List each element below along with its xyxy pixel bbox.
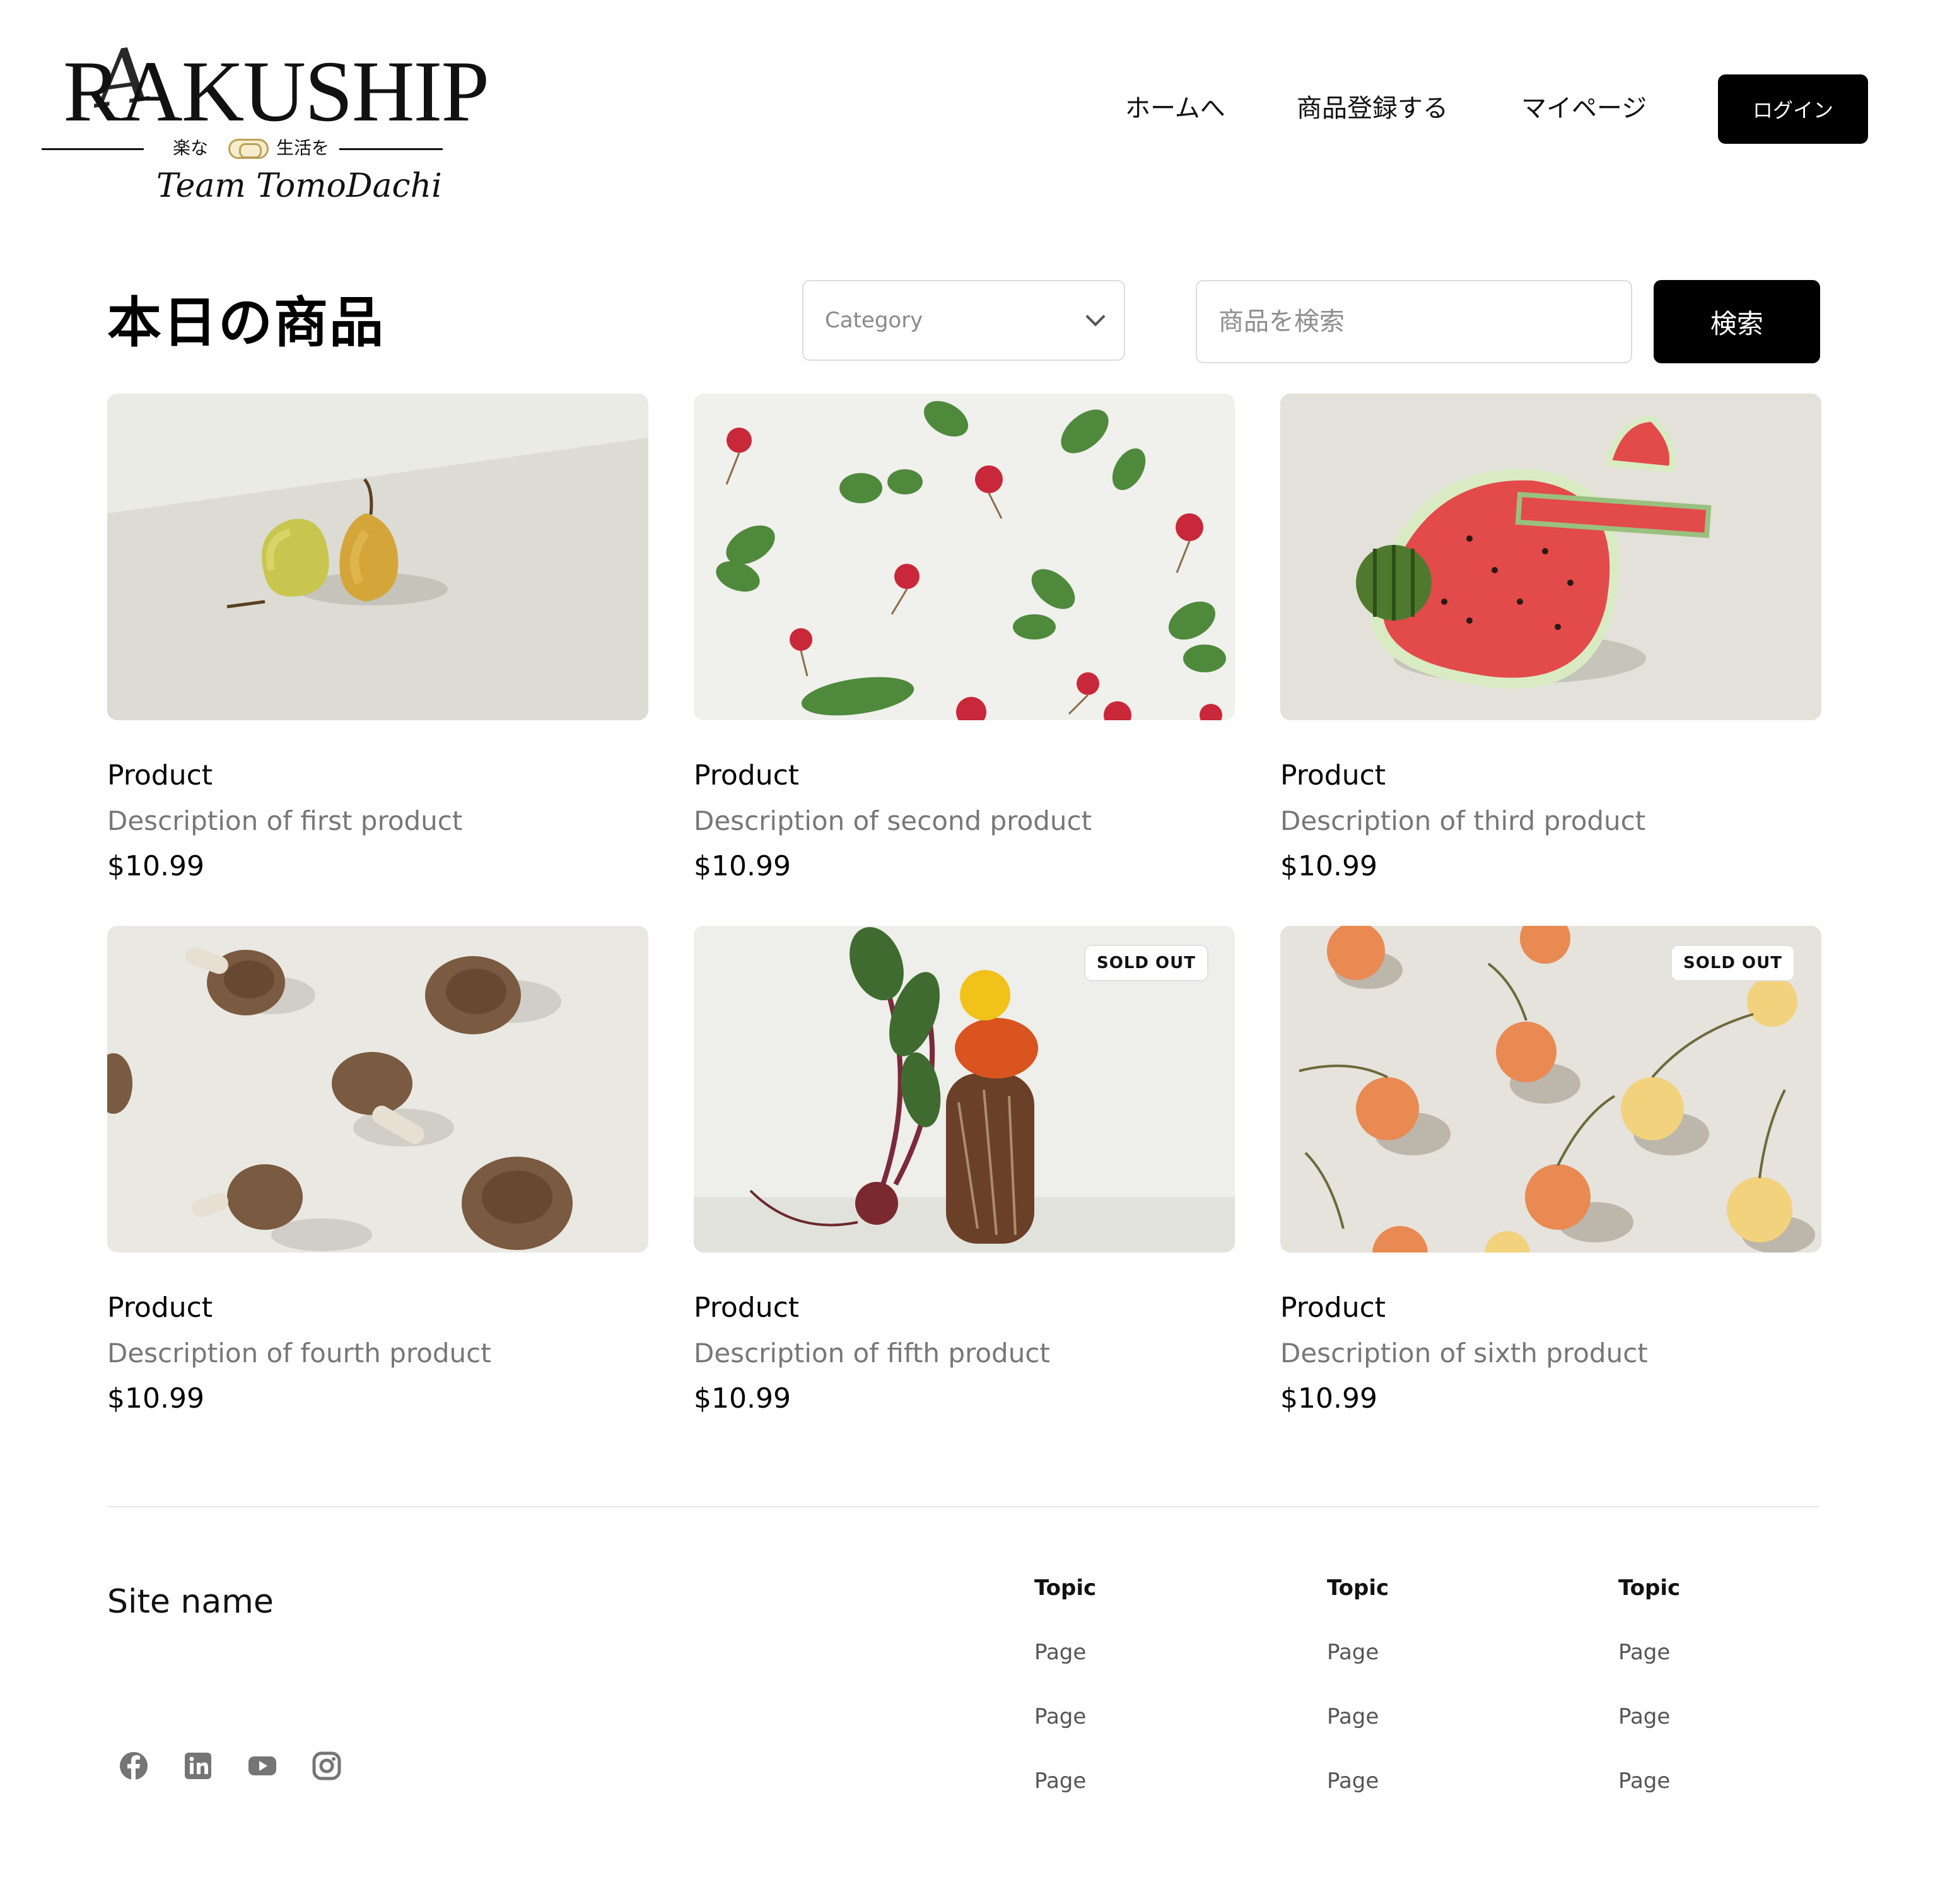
footer-divider: [107, 1506, 1819, 1507]
page-title: 本日の商品: [107, 291, 385, 354]
instagram-icon[interactable]: [312, 1751, 342, 1781]
footer-page-link[interactable]: Page: [1618, 1763, 1670, 1799]
product-name: Product: [1280, 1292, 1386, 1324]
footer-page-link[interactable]: Page: [1327, 1763, 1379, 1799]
product-image-pears[interactable]: [107, 394, 648, 720]
search-button[interactable]: 検索: [1654, 280, 1820, 363]
search-input[interactable]: [1196, 280, 1632, 363]
nav-home[interactable]: ホームへ: [1125, 88, 1225, 129]
linkedin-icon[interactable]: [183, 1751, 213, 1781]
product-name: Product: [694, 1292, 800, 1324]
footer-page-link[interactable]: Page: [1327, 1699, 1379, 1734]
logo-script-letter: A: [90, 30, 156, 126]
chevron-down-icon: [1085, 307, 1106, 327]
logo-rule-left: [42, 148, 144, 150]
product-name: Product: [107, 1292, 213, 1324]
facebook-icon[interactable]: [119, 1751, 149, 1781]
logo-tagline-left: 楽な: [173, 137, 209, 158]
product-price: $10.99: [1280, 1382, 1377, 1415]
site-logo[interactable]: RAKUSHIP A 楽な 生活を Team TomoDachi: [39, 31, 489, 208]
footer-page-link[interactable]: Page: [1034, 1699, 1086, 1734]
product-name: Product: [1280, 759, 1386, 791]
logo-emblem-icon: [228, 139, 269, 159]
product-image-radishes[interactable]: [694, 394, 1235, 720]
sold-out-badge: SOLD OUT: [1084, 945, 1208, 981]
product-image-cherries[interactable]: SOLD OUT: [1280, 926, 1821, 1253]
product-card[interactable]: SOLD OUT Product Description of fifth pr…: [694, 926, 1235, 1418]
product-description: Description of sixth product: [1280, 1338, 1648, 1369]
category-select-value: Category: [825, 308, 923, 333]
logo-tagline-right: 生活を: [276, 137, 330, 158]
product-description: Description of second product: [694, 805, 1092, 836]
footer-page-link[interactable]: Page: [1327, 1635, 1379, 1670]
footer-page-link[interactable]: Page: [1618, 1699, 1670, 1734]
product-price: $10.99: [1280, 850, 1377, 882]
product-description: Description of first product: [107, 805, 463, 836]
footer-page-link[interactable]: Page: [1034, 1635, 1086, 1670]
product-image-beet-bread-tomato[interactable]: SOLD OUT: [694, 926, 1235, 1253]
product-name: Product: [694, 759, 800, 791]
product-price: $10.99: [107, 1382, 204, 1415]
product-name: Product: [107, 759, 213, 791]
logo-rule-right: [339, 148, 443, 150]
product-description: Description of third product: [1280, 805, 1646, 836]
product-description: Description of fifth product: [694, 1338, 1050, 1369]
product-description: Description of fourth product: [107, 1338, 491, 1369]
sold-out-badge: SOLD OUT: [1671, 945, 1795, 981]
product-image-mushrooms[interactable]: [107, 926, 648, 1253]
product-card[interactable]: Product Description of third product $10…: [1280, 394, 1821, 885]
product-card[interactable]: Product Description of first product $10…: [107, 394, 648, 885]
footer-topic: Topic: [1034, 1575, 1097, 1601]
product-price: $10.99: [107, 850, 204, 882]
footer-page-link[interactable]: Page: [1618, 1635, 1670, 1670]
logo-team-name: Team TomoDachi: [156, 167, 442, 205]
product-image-watermelon[interactable]: [1280, 394, 1821, 720]
footer-page-link[interactable]: Page: [1034, 1763, 1086, 1799]
product-card[interactable]: SOLD OUT Product Description of sixth pr…: [1280, 926, 1821, 1418]
login-button[interactable]: ログイン: [1718, 74, 1868, 144]
product-card[interactable]: Product Description of fourth product $1…: [107, 926, 648, 1418]
nav-register-product[interactable]: 商品登録する: [1297, 88, 1448, 129]
nav-my-page[interactable]: マイページ: [1521, 88, 1647, 129]
product-card[interactable]: Product Description of second product $1…: [694, 394, 1235, 885]
category-select[interactable]: Category: [802, 280, 1125, 361]
youtube-icon[interactable]: [247, 1751, 277, 1781]
footer-site-name: Site name: [107, 1583, 274, 1621]
product-price: $10.99: [694, 850, 791, 882]
product-price: $10.99: [694, 1382, 791, 1415]
footer-topic: Topic: [1618, 1575, 1681, 1601]
footer-topic: Topic: [1327, 1575, 1389, 1601]
